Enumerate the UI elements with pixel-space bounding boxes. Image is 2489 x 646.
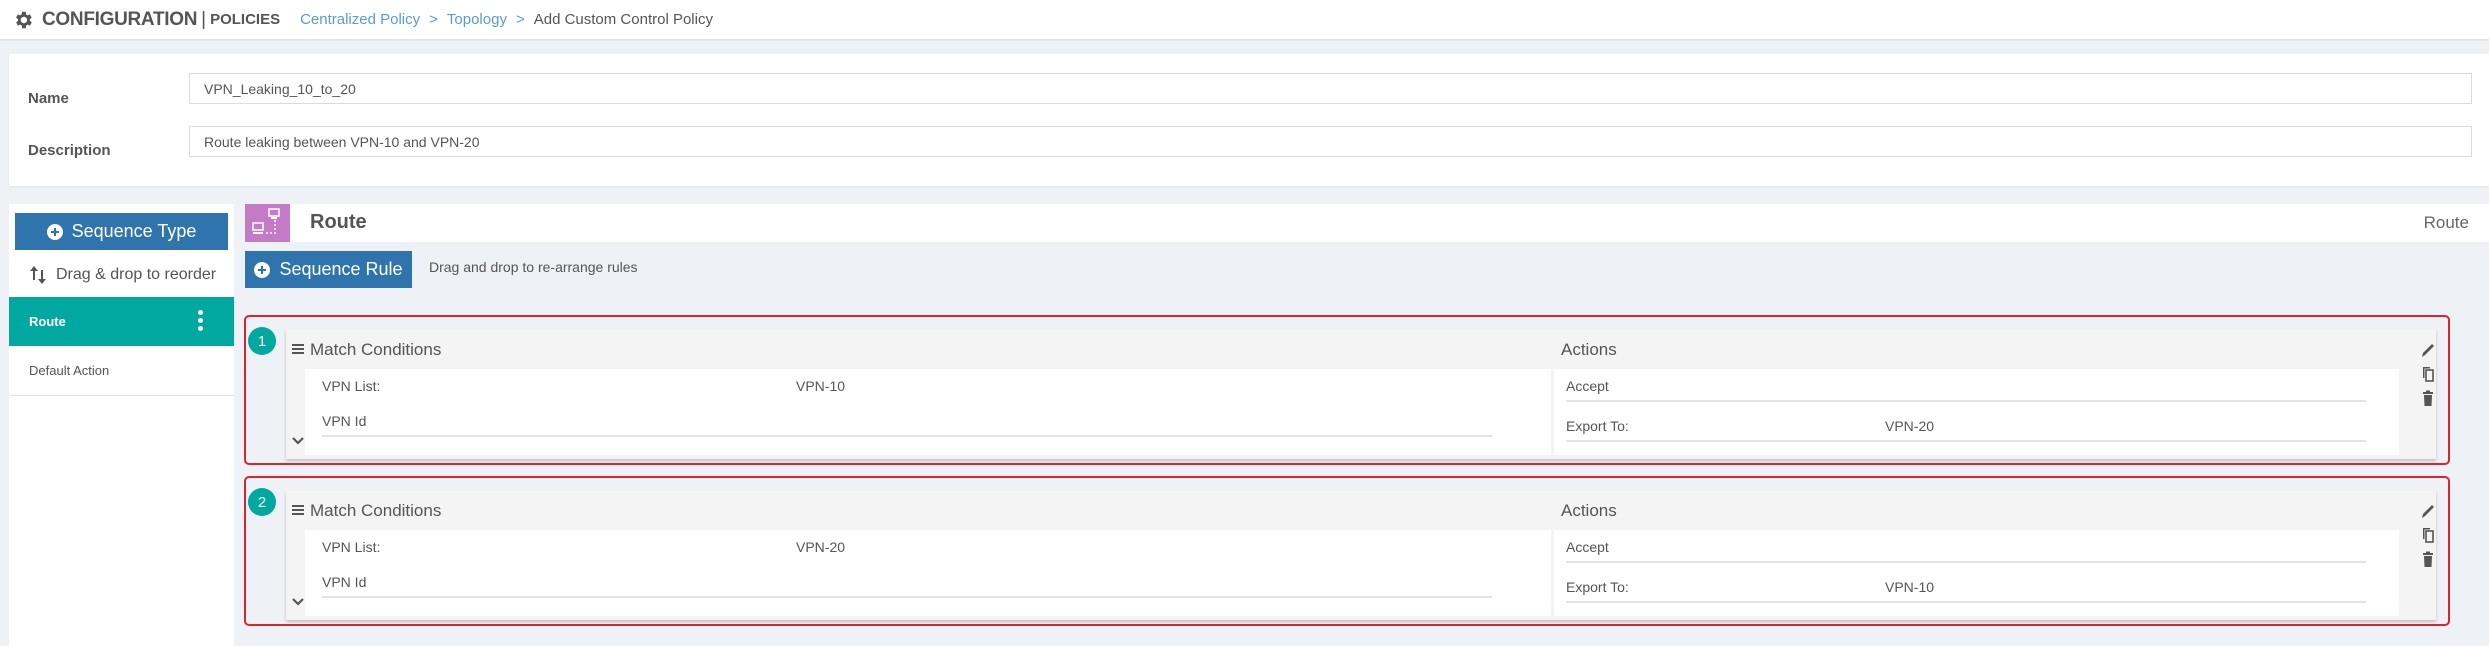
delete-trash-icon[interactable] <box>2420 551 2436 569</box>
sidebar-item-route[interactable]: Route <box>9 297 234 346</box>
title-separator: | <box>201 8 207 30</box>
drag-reorder-text: Drag & drop to reorder <box>56 266 217 283</box>
section-title: Route <box>310 211 367 233</box>
divider <box>322 596 1492 598</box>
rule-number-badge: 2 <box>248 488 276 516</box>
policy-info-panel: Name Description <box>9 54 2489 186</box>
export-to-label: Export To: <box>1566 579 1629 595</box>
export-to-value: VPN-10 <box>1885 579 1935 595</box>
more-options-icon[interactable] <box>198 310 204 332</box>
sequence-rule: 2 Match Conditions Actions VPN List: VPN… <box>244 476 2450 626</box>
match-conditions-title: Match Conditions <box>310 340 442 359</box>
breadcrumb-arrow: > <box>429 11 438 28</box>
plus-circle-icon <box>46 223 63 240</box>
copy-icon[interactable] <box>2420 526 2436 544</box>
actions-body: Accept Export To: VPN-10 <box>1554 530 2399 616</box>
vpn-list-label: VPN List: <box>322 378 381 394</box>
rule-card[interactable]: Match Conditions Actions VPN List: VPN-2… <box>286 490 2436 620</box>
vpn-list-label: VPN List: <box>322 539 381 555</box>
plus-circle-icon <box>254 261 271 278</box>
route-icon <box>245 204 290 242</box>
reorder-arrows-icon <box>30 266 46 284</box>
export-to-value: VPN-20 <box>1885 418 1935 434</box>
sequence-rule: 1 Match Conditions Actions VPN List: VPN… <box>244 315 2450 465</box>
breadcrumb-centralized-policy[interactable]: Centralized Policy <box>300 11 420 28</box>
drag-handle-icon[interactable] <box>292 344 304 354</box>
divider <box>1566 400 2366 402</box>
action-value: Accept <box>1566 378 1609 394</box>
delete-trash-icon[interactable] <box>2420 390 2436 408</box>
match-conditions-body: VPN List: VPN-20 VPN Id <box>305 530 1551 616</box>
name-label: Name <box>28 90 69 107</box>
sidebar-item-label: Default Action <box>29 363 110 378</box>
section-type-label: Route <box>2423 213 2469 232</box>
drag-handle-icon[interactable] <box>292 505 304 515</box>
sequence-type-label: Sequence Type <box>71 221 197 241</box>
actions-title: Actions <box>1561 340 1617 359</box>
drag-reorder-hint: Drag & drop to reorder <box>9 256 234 294</box>
sidebar-item-default-action[interactable]: Default Action <box>9 346 234 396</box>
description-input[interactable] <box>189 126 2472 157</box>
chevron-down-icon[interactable] <box>292 598 304 606</box>
vpn-id-label: VPN Id <box>322 413 367 429</box>
route-section-header: Route Route <box>245 204 2489 242</box>
app-subtitle: POLICIES <box>210 11 281 28</box>
breadcrumb-arrow: > <box>515 11 525 28</box>
rule-number-badge: 1 <box>248 327 276 355</box>
copy-icon[interactable] <box>2420 365 2436 383</box>
app-title: CONFIGURATION <box>42 8 198 30</box>
action-value: Accept <box>1566 539 1609 555</box>
match-conditions-title: Match Conditions <box>310 501 442 520</box>
vpn-list-value: VPN-20 <box>796 539 846 555</box>
vpn-list-value: VPN-10 <box>796 378 846 394</box>
breadcrumb-current: Add Custom Control Policy <box>533 11 713 28</box>
top-bar: CONFIGURATION | POLICIES Centralized Pol… <box>0 0 2489 41</box>
actions-body: Accept Export To: VPN-20 <box>1554 369 2399 455</box>
divider <box>1566 561 2366 563</box>
rearrange-hint: Drag and drop to re-arrange rules <box>429 259 638 275</box>
add-sequence-type-button[interactable]: Sequence Type <box>15 213 228 250</box>
sequence-sidebar: Sequence Type Drag & drop to reorder Rou… <box>9 204 234 646</box>
edit-pencil-icon[interactable] <box>2420 502 2436 520</box>
add-sequence-rule-button[interactable]: Sequence Rule <box>245 251 412 288</box>
gear-icon <box>16 11 32 28</box>
match-conditions-body: VPN List: VPN-10 VPN Id <box>305 369 1551 455</box>
divider <box>1566 440 2366 442</box>
rule-card[interactable]: Match Conditions Actions VPN List: VPN-1… <box>286 329 2436 459</box>
export-to-label: Export To: <box>1566 418 1629 434</box>
edit-pencil-icon[interactable] <box>2420 341 2436 359</box>
sidebar-item-label: Route <box>29 314 66 329</box>
divider <box>322 435 1492 437</box>
chevron-down-icon[interactable] <box>292 437 304 445</box>
description-label: Description <box>28 142 111 159</box>
breadcrumb-topology[interactable]: Topology <box>447 11 507 28</box>
sequence-rule-label: Sequence Rule <box>279 259 403 279</box>
vpn-id-label: VPN Id <box>322 574 367 590</box>
actions-title: Actions <box>1561 501 1617 520</box>
name-input[interactable] <box>189 73 2472 104</box>
divider <box>1566 601 2366 603</box>
